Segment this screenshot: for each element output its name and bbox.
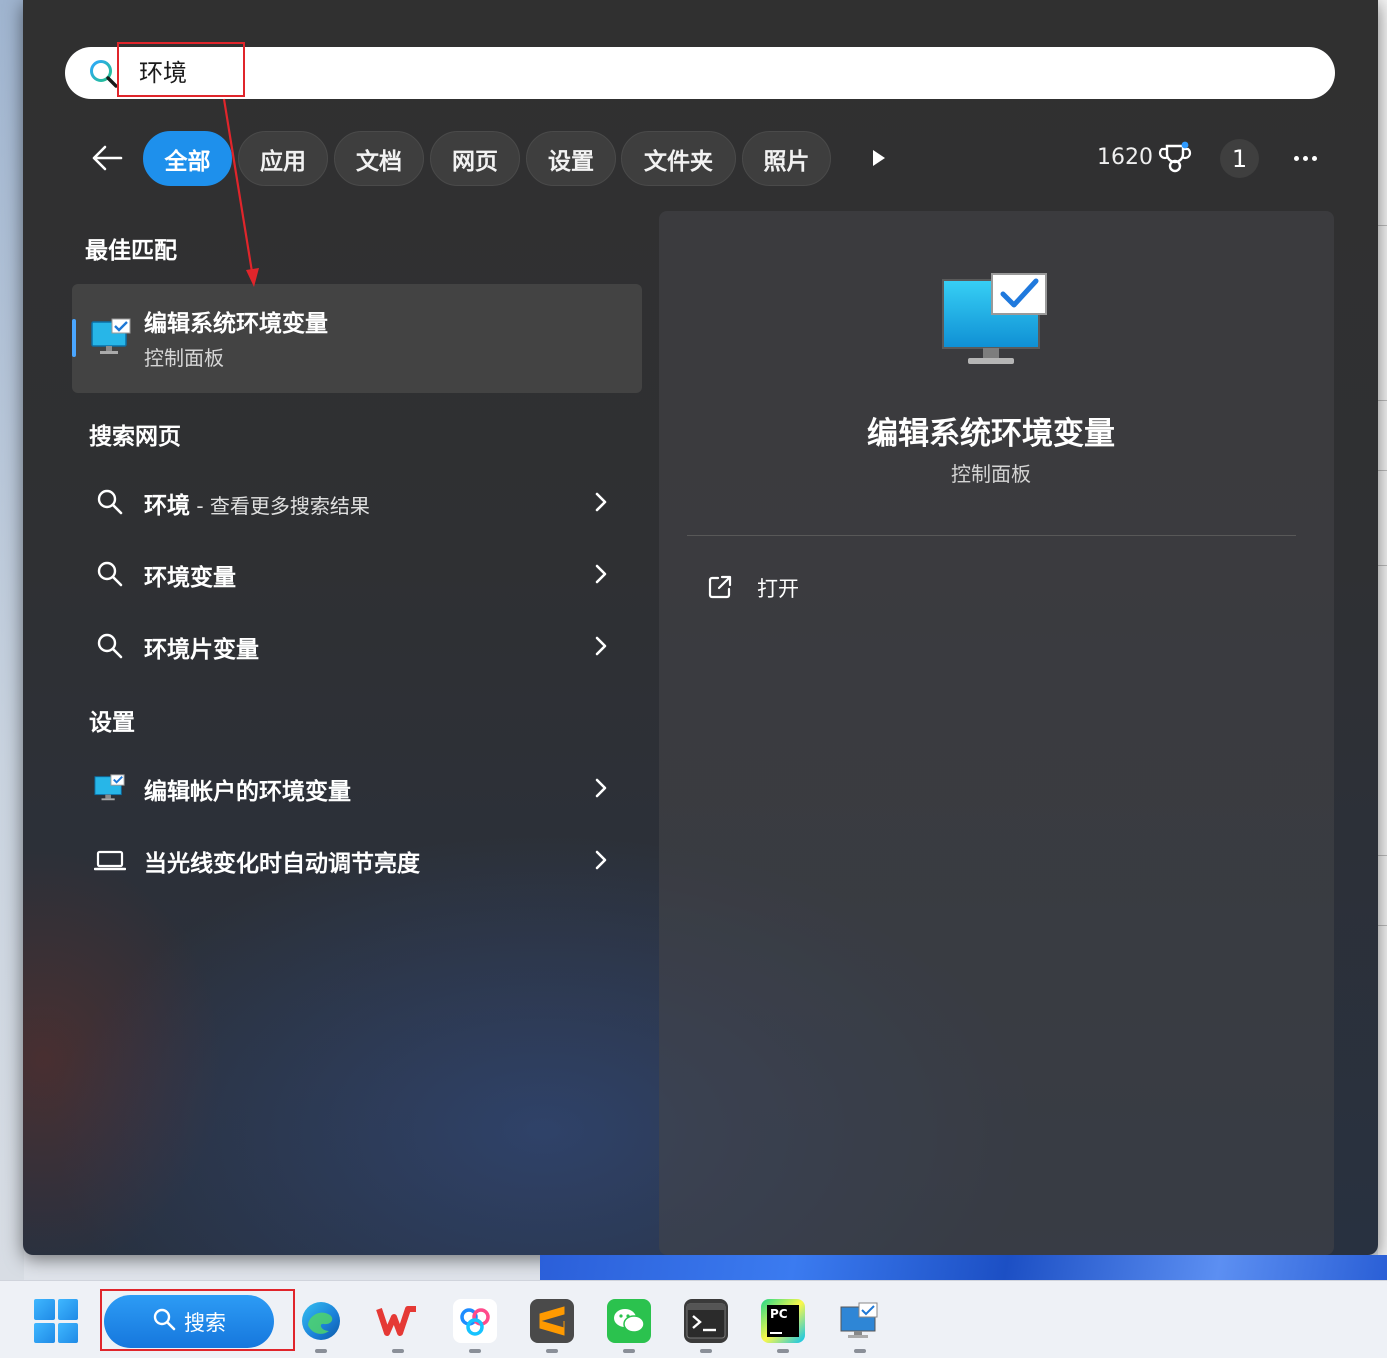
search-input[interactable]: [139, 56, 1289, 90]
best-match-title: 编辑系统环境变量: [144, 311, 328, 337]
chevron-right-icon: [588, 632, 614, 660]
trophy-icon[interactable]: [1157, 140, 1193, 176]
running-indicator: [854, 1349, 866, 1353]
selection-indicator: [72, 319, 76, 357]
edge-icon[interactable]: [299, 1299, 343, 1343]
desktop-background-right: [1378, 0, 1387, 1280]
pycharm-logo-bar: [770, 1332, 782, 1334]
running-indicator: [546, 1349, 558, 1353]
monitor-check-icon: [94, 772, 126, 804]
pycharm-logo-box: PC: [767, 1305, 799, 1337]
open-action[interactable]: 打开: [700, 565, 900, 609]
running-indicator: [392, 1349, 404, 1353]
rewards-points: 1620: [1097, 145, 1153, 170]
remote-desktop-icon[interactable]: [838, 1299, 882, 1343]
chevron-right-icon: [588, 846, 614, 874]
baidu-netdisk-icon[interactable]: [453, 1299, 497, 1343]
running-indicator: [700, 1349, 712, 1353]
settings-item[interactable]: 当光线变化时自动调节亮度: [72, 829, 642, 891]
open-external-icon: [706, 573, 734, 601]
tab-folders[interactable]: 文件夹: [621, 131, 736, 186]
sublime-text-icon[interactable]: [530, 1299, 574, 1343]
desktop-background-left: [0, 0, 24, 1280]
web-search-item[interactable]: 环境变量: [72, 543, 642, 605]
search-icon: [94, 630, 126, 662]
web-search-label: 环境片变量: [144, 637, 259, 663]
settings-item[interactable]: 编辑帐户的环境变量: [72, 757, 642, 819]
settings-heading: 设置: [89, 710, 135, 736]
tab-all[interactable]: 全部: [143, 131, 232, 186]
web-search-more-results: - 查看更多搜索结果: [190, 494, 370, 518]
tab-settings[interactable]: 设置: [526, 131, 616, 186]
pycharm-icon[interactable]: PC: [761, 1299, 805, 1343]
open-action-label: 打开: [757, 577, 799, 601]
running-indicator: [777, 1349, 789, 1353]
running-indicator: [315, 1349, 327, 1353]
best-match-heading: 最佳匹配: [85, 238, 177, 264]
tab-web[interactable]: 网页: [430, 131, 520, 186]
tab-photos[interactable]: 照片: [742, 131, 831, 186]
desktop-wallpaper-strip: [540, 1255, 1387, 1280]
wechat-icon[interactable]: [607, 1299, 651, 1343]
more-filters-play-icon[interactable]: [862, 140, 896, 176]
system-env-monitor-icon: [90, 318, 132, 358]
search-icon: [88, 58, 120, 90]
web-search-item[interactable]: 环境片变量: [72, 615, 642, 677]
settings-item-label: 当光线变化时自动调节亮度: [144, 851, 420, 877]
taskbar-search-button[interactable]: 搜索: [104, 1295, 274, 1348]
best-match-result[interactable]: 编辑系统环境变量 控制面板: [72, 284, 642, 393]
settings-item-label: 编辑帐户的环境变量: [144, 779, 351, 805]
more-options-icon[interactable]: [1286, 142, 1324, 174]
taskbar-search-label: 搜索: [184, 1310, 226, 1335]
search-icon: [94, 486, 126, 518]
running-indicator: [623, 1349, 635, 1353]
chevron-right-icon: [588, 560, 614, 588]
web-search-label: 环境 - 查看更多搜索结果: [144, 493, 370, 519]
best-match-subtitle: 控制面板: [144, 346, 224, 370]
chevron-right-icon: [588, 774, 614, 802]
tab-apps[interactable]: 应用: [238, 131, 328, 186]
wps-icon[interactable]: [376, 1299, 420, 1343]
preview-divider: [687, 535, 1296, 536]
preview-title: 编辑系统环境变量: [867, 416, 1115, 452]
search-icon: [152, 1307, 176, 1336]
pycharm-logo-text: PC: [770, 1307, 788, 1321]
web-search-item[interactable]: 环境 - 查看更多搜索结果: [72, 471, 642, 533]
web-search-label: 环境变量: [144, 565, 236, 591]
tab-documents[interactable]: 文档: [334, 131, 424, 186]
terminal-icon[interactable]: [684, 1299, 728, 1343]
back-arrow-icon[interactable]: [86, 138, 128, 178]
notification-badge[interactable]: 1: [1220, 139, 1259, 178]
running-indicator: [469, 1349, 481, 1353]
windows-start-icon[interactable]: [34, 1299, 78, 1343]
web-search-heading: 搜索网页: [89, 424, 181, 450]
laptop-icon: [94, 844, 126, 876]
chevron-right-icon: [588, 488, 614, 516]
search-icon: [94, 558, 126, 590]
system-env-monitor-icon: [940, 272, 1050, 368]
preview-subtitle: 控制面板: [951, 462, 1031, 486]
